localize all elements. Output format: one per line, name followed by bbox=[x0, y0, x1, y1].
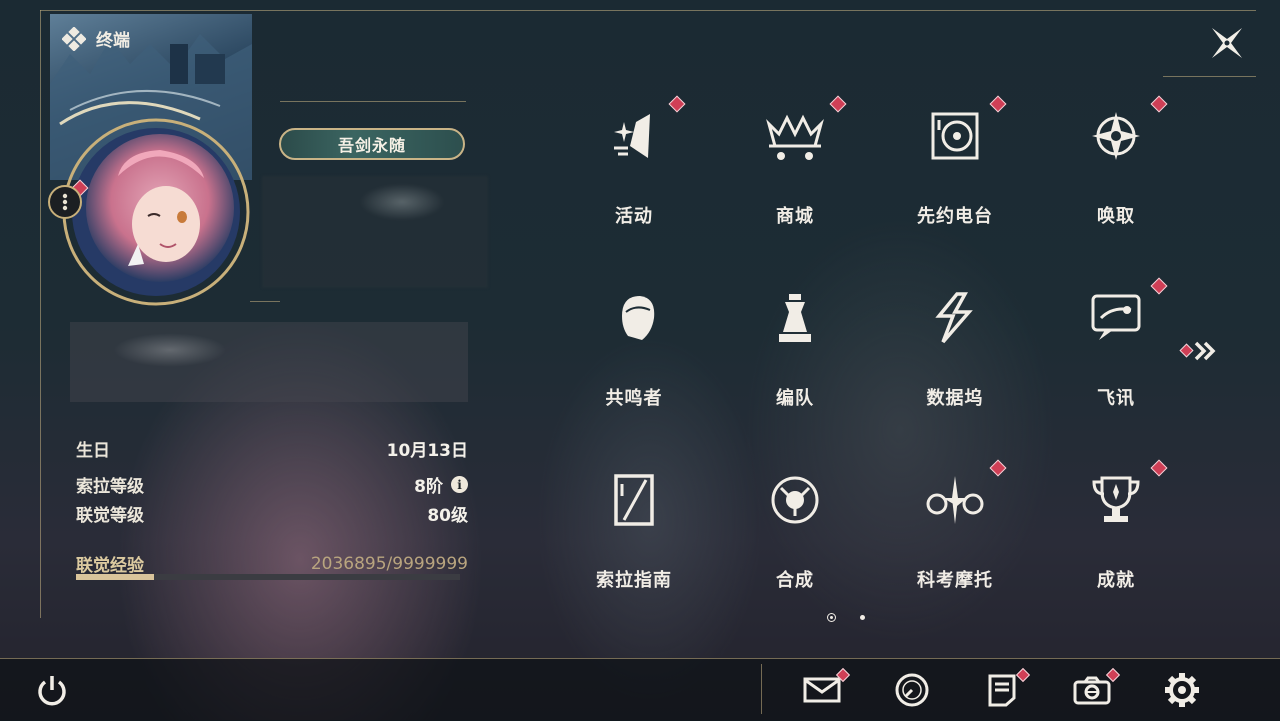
exp-value: 2036895/9999999 bbox=[310, 553, 468, 574]
mail-button[interactable] bbox=[802, 667, 851, 710]
avatar[interactable] bbox=[48, 116, 260, 308]
menu-item-achievements[interactable]: 成就 bbox=[1056, 459, 1176, 612]
character-head-icon bbox=[596, 280, 672, 356]
menu-label: 活动 bbox=[615, 206, 653, 227]
close-icon bbox=[1212, 28, 1242, 58]
menu-item-radio[interactable]: 先约电台 bbox=[895, 95, 1015, 248]
menu-label: 成就 bbox=[1097, 570, 1135, 591]
menu-item-guide[interactable]: 索拉指南 bbox=[574, 462, 694, 612]
exp-progress-bar bbox=[76, 574, 460, 580]
more-options-button[interactable] bbox=[48, 185, 82, 219]
info-row-sola-level: 索拉等级 8阶 i bbox=[76, 472, 468, 497]
data-dock-icon bbox=[917, 280, 993, 356]
menu-item-messages[interactable]: 飞讯 bbox=[1056, 277, 1176, 430]
crown-cart-icon bbox=[757, 98, 833, 174]
info-value: 10月13日 bbox=[386, 441, 468, 461]
synthesis-ring-icon bbox=[757, 462, 833, 538]
document-icon bbox=[988, 674, 1016, 707]
terminal-diamond-icon bbox=[62, 26, 86, 51]
title-badge[interactable]: 吾剑永随 bbox=[279, 128, 465, 160]
camera-button[interactable] bbox=[1072, 667, 1121, 710]
info-value: 80级 bbox=[427, 506, 468, 526]
info-value: 8阶 bbox=[414, 477, 443, 497]
info-row-union-level: 联觉等级 80级 bbox=[76, 501, 468, 526]
gear-icon bbox=[1165, 673, 1199, 707]
info-row-birthday: 生日 10月13日 bbox=[76, 436, 468, 461]
menu-item-summon[interactable]: 唤取 bbox=[1056, 95, 1176, 248]
radio-disc-icon bbox=[917, 98, 993, 174]
frame-top-line bbox=[40, 10, 1256, 11]
close-button[interactable] bbox=[1206, 22, 1248, 64]
camera-icon bbox=[1073, 676, 1111, 705]
info-icon[interactable]: i bbox=[451, 476, 468, 493]
menu-item-activity[interactable]: 活动 bbox=[574, 95, 694, 248]
menu-label: 共鸣者 bbox=[605, 388, 663, 409]
exp-row: 联觉经验 2036895/9999999 bbox=[76, 551, 468, 577]
blurred-name-area bbox=[262, 176, 488, 288]
menu-label: 唤取 bbox=[1097, 206, 1135, 227]
bottom-bar-separator bbox=[761, 664, 762, 714]
menu-item-data-dock[interactable]: 数据坞 bbox=[895, 280, 1015, 430]
double-chevron-right-icon bbox=[1179, 341, 1216, 361]
blurred-signature-area bbox=[70, 322, 468, 402]
menu-label: 先约电台 bbox=[917, 206, 993, 227]
info-key: 生日 bbox=[76, 441, 110, 461]
menu-label: 飞讯 bbox=[1097, 388, 1135, 409]
menu-item-shop[interactable]: 商城 bbox=[735, 95, 855, 248]
menu-label: 商城 bbox=[776, 206, 814, 227]
info-key: 联觉等级 bbox=[76, 506, 144, 526]
notes-button[interactable] bbox=[982, 667, 1031, 710]
info-key: 索拉等级 bbox=[76, 477, 144, 497]
clock-icon bbox=[895, 673, 929, 707]
frame-right-line bbox=[1163, 76, 1256, 77]
clock-button[interactable] bbox=[892, 670, 932, 710]
vertical-dots-icon bbox=[62, 193, 68, 211]
next-page-button[interactable] bbox=[1178, 338, 1222, 364]
menu-label: 数据坞 bbox=[926, 388, 984, 409]
motorbike-icon bbox=[917, 462, 993, 538]
page-indicator-active-core bbox=[830, 616, 833, 619]
exp-label: 联觉经验 bbox=[76, 556, 144, 576]
power-icon bbox=[38, 676, 66, 706]
menu-label: 编队 bbox=[776, 388, 814, 409]
chess-piece-icon bbox=[757, 280, 833, 356]
menu-label: 科考摩托 bbox=[917, 570, 993, 591]
menu-item-synthesis[interactable]: 合成 bbox=[735, 462, 855, 612]
power-button[interactable] bbox=[32, 670, 72, 710]
terminal-title: 终端 bbox=[96, 31, 130, 51]
menu-item-team[interactable]: 编队 bbox=[735, 280, 855, 430]
profile-divider-top bbox=[280, 101, 466, 102]
terminal-header: 终端 bbox=[62, 26, 130, 51]
menu-item-resonators[interactable]: 共鸣者 bbox=[574, 280, 694, 430]
envelope-icon bbox=[803, 677, 841, 703]
sparkle-event-icon bbox=[596, 98, 672, 174]
menu-label: 索拉指南 bbox=[596, 570, 672, 591]
title-badge-label: 吾剑永随 bbox=[337, 136, 406, 155]
page-indicator-inactive[interactable] bbox=[860, 615, 865, 620]
trophy-icon bbox=[1078, 462, 1154, 538]
frame-left-line bbox=[40, 10, 41, 618]
compass-star-icon bbox=[1078, 98, 1154, 174]
exp-progress-fill bbox=[76, 574, 155, 580]
guide-book-icon bbox=[596, 462, 672, 538]
chat-bubble-icon bbox=[1078, 280, 1154, 356]
settings-button[interactable] bbox=[1162, 670, 1202, 710]
menu-item-motorbike[interactable]: 科考摩托 bbox=[895, 459, 1015, 612]
menu-label: 合成 bbox=[776, 570, 814, 591]
